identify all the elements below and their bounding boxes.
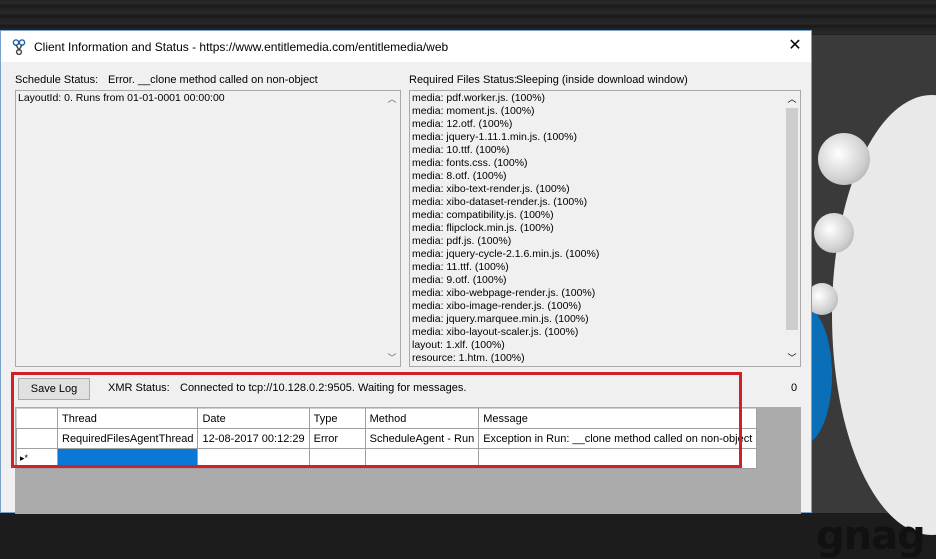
window-title: Client Information and Status - https://… bbox=[34, 40, 449, 54]
list-item[interactable]: media: xibo-image-render.js. (100%) bbox=[412, 300, 599, 313]
message-count: 0 bbox=[791, 382, 798, 394]
list-item[interactable]: media: pdf.worker.js. (100%) bbox=[412, 92, 599, 105]
schedule-listbox[interactable]: LayoutId: 0. Runs from 01-01-0001 00:00:… bbox=[15, 90, 401, 367]
list-item[interactable]: media: xibo-layout-scaler.js. (100%) bbox=[412, 326, 599, 339]
required-files-listbox[interactable]: media: pdf.worker.js. (100%) media: momen… bbox=[409, 90, 801, 367]
list-item[interactable]: media: fonts.css. (100%) bbox=[412, 157, 599, 170]
scroll-down-icon[interactable]: ﹀ bbox=[384, 350, 400, 366]
list-item[interactable]: media: moment.js. (100%) bbox=[412, 105, 599, 118]
list-item[interactable]: media: compatibility.js. (100%) bbox=[412, 209, 599, 222]
list-item[interactable]: media: pdf.js. (100%) bbox=[412, 235, 599, 248]
scrollbar-thumb[interactable] bbox=[786, 108, 798, 330]
list-item[interactable]: media: xibo-text-render.js. (100%) bbox=[412, 183, 599, 196]
list-item[interactable]: media: xibo-dataset-render.js. (100%) bbox=[412, 196, 599, 209]
list-item[interactable]: media: 11.ttf. (100%) bbox=[412, 261, 599, 274]
required-files-lines: media: pdf.worker.js. (100%) media: momen… bbox=[412, 92, 599, 365]
list-item[interactable]: media: 8.otf. (100%) bbox=[412, 170, 599, 183]
background-artwork: gnag bbox=[772, 35, 936, 559]
list-item[interactable]: resource: 1.htm. (100%) bbox=[412, 352, 599, 365]
list-item[interactable]: LayoutId: 0. Runs from 01-01-0001 00:00:… bbox=[18, 92, 225, 105]
schedule-lines: LayoutId: 0. Runs from 01-01-0001 00:00:… bbox=[18, 92, 225, 105]
required-files-status-label: Required Files Status: bbox=[409, 74, 518, 86]
schedule-status-value: Error. __clone method called on non-obje… bbox=[108, 74, 318, 86]
list-item[interactable]: media: xibo-webpage-render.js. (100%) bbox=[412, 287, 599, 300]
title-bar[interactable]: Client Information and Status - https://… bbox=[1, 31, 811, 62]
list-item[interactable]: media: 10.ttf. (100%) bbox=[412, 144, 599, 157]
schedule-scrollbar[interactable]: ︿ ﹀ bbox=[384, 91, 400, 366]
list-item[interactable]: media: jquery-cycle-2.1.6.min.js. (100%) bbox=[412, 248, 599, 261]
list-item[interactable]: media: flipclock.min.js. (100%) bbox=[412, 222, 599, 235]
list-item[interactable]: layout: 1.xlf. (100%) bbox=[412, 339, 599, 352]
scroll-up-icon[interactable]: ︿ bbox=[384, 91, 400, 107]
list-item[interactable]: media: jquery-1.11.1.min.js. (100%) bbox=[412, 131, 599, 144]
scroll-down-icon[interactable]: ﹀ bbox=[784, 350, 800, 366]
required-files-status-value: Sleeping (inside download window) bbox=[516, 74, 688, 86]
scroll-up-icon[interactable]: ︿ bbox=[784, 91, 800, 107]
schedule-status-label: Schedule Status: bbox=[15, 74, 99, 86]
required-files-scrollbar[interactable]: ︿ ﹀ bbox=[784, 91, 800, 366]
app-icon bbox=[12, 39, 26, 55]
close-icon: ✕ bbox=[788, 37, 802, 54]
close-button[interactable]: ✕ bbox=[781, 35, 809, 57]
list-item[interactable]: media: 12.otf. (100%) bbox=[412, 118, 599, 131]
list-item[interactable]: media: jquery.marquee.min.js. (100%) bbox=[412, 313, 599, 326]
list-item[interactable]: media: 9.otf. (100%) bbox=[412, 274, 599, 287]
highlight-annotation-box bbox=[11, 372, 742, 468]
background-text: gnag bbox=[816, 513, 926, 559]
client-info-window: Client Information and Status - https://… bbox=[0, 30, 812, 514]
